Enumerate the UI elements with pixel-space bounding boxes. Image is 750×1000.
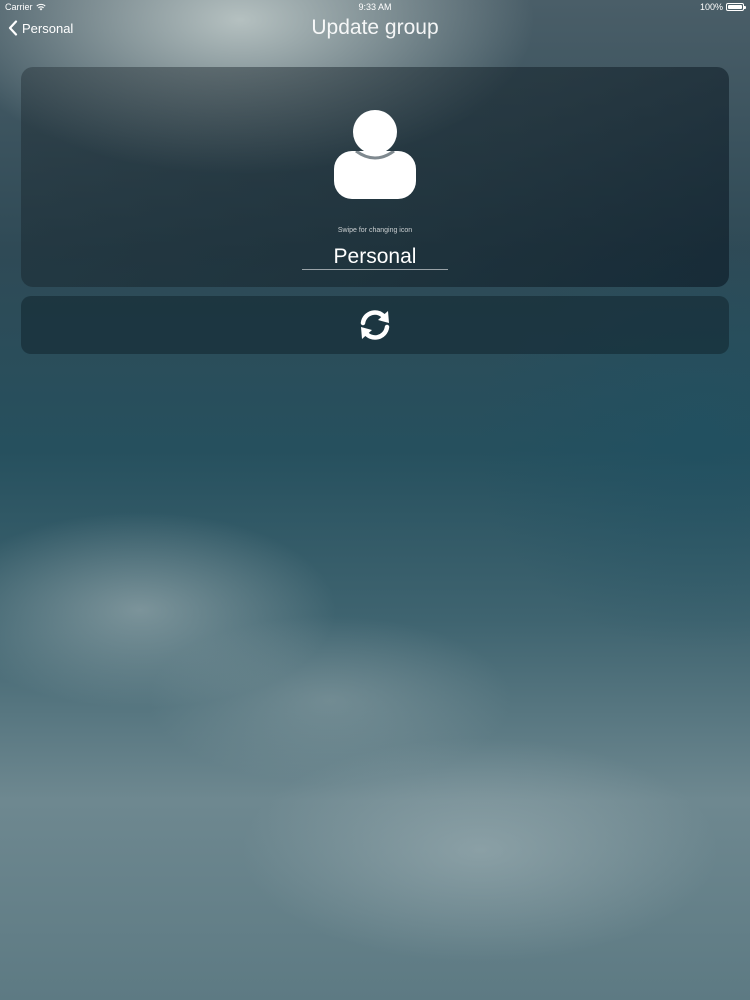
swipe-hint: Swipe for changing icon: [337, 227, 413, 234]
status-time: 9:33 AM: [358, 2, 392, 12]
person-icon[interactable]: [334, 109, 416, 199]
group-name-input[interactable]: [302, 244, 448, 270]
battery-percent: 100%: [699, 2, 723, 12]
group-icon-card: Swipe for changing icon: [21, 67, 729, 287]
navigation-bar: Personal Update group: [0, 14, 750, 46]
battery-indicator: 100%: [699, 0, 746, 14]
refresh-icon: [360, 310, 390, 340]
refresh-button[interactable]: [21, 296, 729, 354]
status-bar: Carrier 9:33 AM 100%: [0, 0, 750, 14]
page-title: Update group: [311, 16, 439, 39]
battery-icon: [726, 3, 746, 11]
